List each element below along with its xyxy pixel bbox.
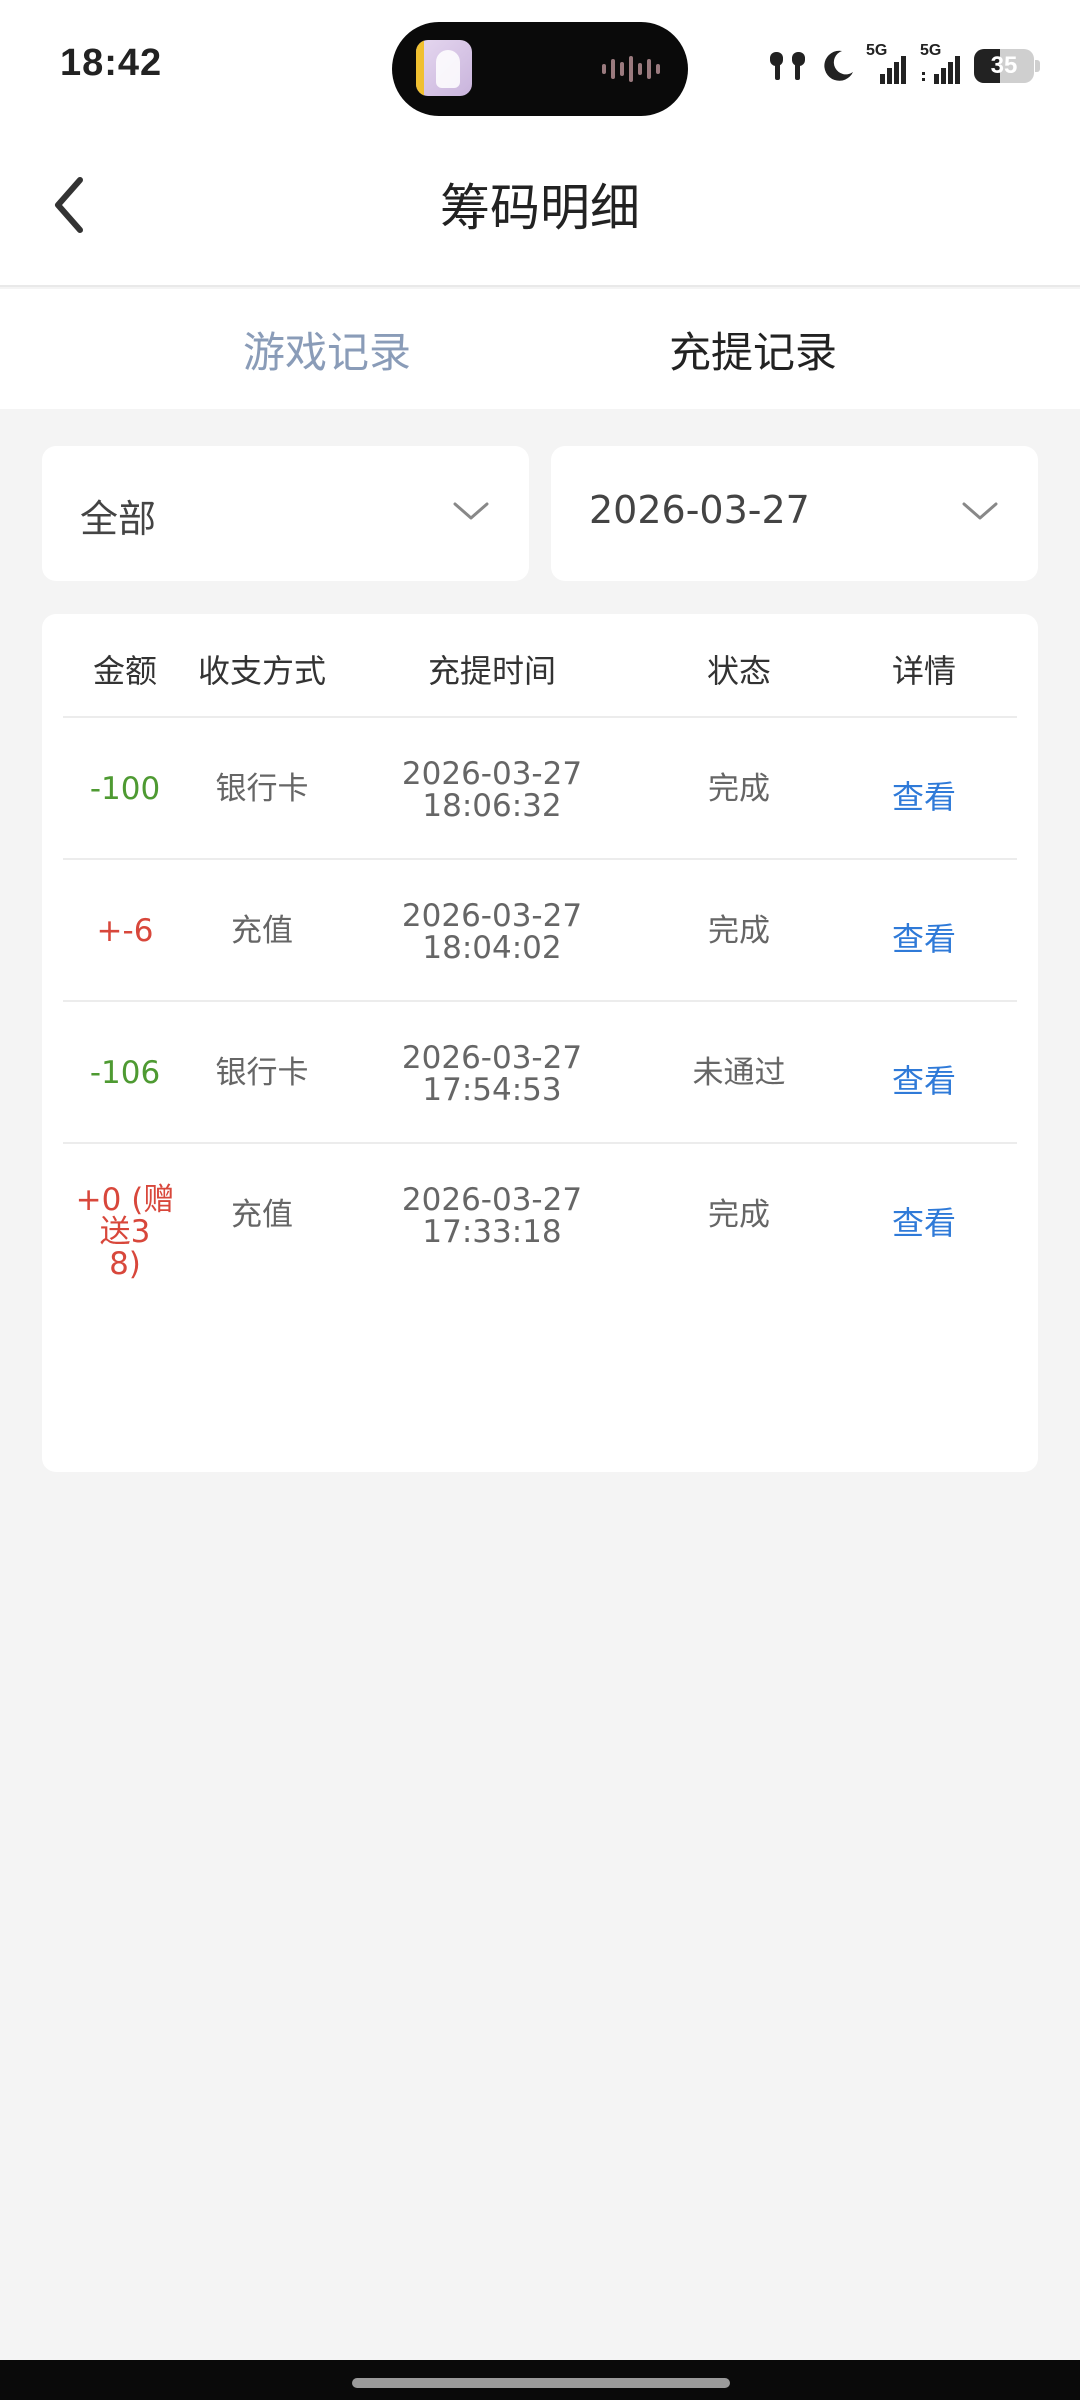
records-table: 金额 收支方式 充提时间 状态 详情 -100 银行卡 2026-03-27 1… [42,614,1038,1472]
date-filter-value: 2026-03-27 [589,488,810,532]
header-time: 充提时间 [427,652,556,690]
view-detail-link[interactable]: 查看 [831,1198,1017,1244]
row-date: 2026-03-27 [401,756,583,792]
signal-icon-2: 5G [920,42,964,90]
system-nav-bar [0,2360,1080,2400]
row-status: 完成 [708,1197,770,1233]
chevron-down-icon [453,502,489,520]
chevron-down-icon [962,502,998,520]
view-detail-link[interactable]: 查看 [831,914,1017,960]
row-date: 2026-03-27 [401,898,583,934]
tab-deposit-withdraw-records[interactable]: 充提记录 [669,319,837,380]
header-method: 收支方式 [197,652,326,690]
row-method: 充值 [231,913,293,949]
row-amount: +0 (赠送3 8) [63,1184,187,1280]
type-filter-dropdown[interactable]: 全部 [42,446,529,581]
status-time: 18:42 [60,42,163,84]
date-filter-dropdown[interactable]: 2026-03-27 [551,446,1038,581]
home-indicator[interactable] [352,2378,730,2388]
status-icons: 5G 5G 35 [766,38,1040,94]
row-amount: -106 [89,1055,161,1091]
row-status: 未通过 [692,1055,786,1091]
row-amount: +-6 [96,913,154,949]
row-date: 2026-03-27 [401,1182,583,1218]
dynamic-island[interactable] [392,22,688,116]
row-datetime: 2026-03-27 17:54:53 [337,1042,647,1106]
row-time: 17:33:18 [422,1214,562,1250]
table-header: 金额 收支方式 充提时间 状态 详情 [63,614,1017,718]
tab-bar: 游戏记录 充提记录 [0,289,1080,409]
battery-level: 35 [990,52,1018,79]
page-title: 筹码明细 [440,179,640,237]
row-amount-line2: 8) [109,1246,141,1282]
row-status: 完成 [708,913,770,949]
table-row: +-6 充值 2026-03-27 18:04:02 完成 查看 [63,860,1017,1002]
row-method: 银行卡 [215,1055,309,1091]
battery-icon: 35 [974,49,1040,83]
row-status: 完成 [708,771,770,807]
header-detail: 详情 [891,652,956,690]
row-method: 银行卡 [215,771,309,807]
status-bar: 18:42 5G 5G 35 [0,0,1080,130]
moon-icon [824,50,853,81]
row-time: 18:04:02 [422,930,562,966]
view-detail-link[interactable]: 查看 [831,772,1017,818]
type-filter-value: 全部 [80,497,157,541]
row-datetime: 2026-03-27 18:04:02 [337,900,647,964]
row-method: 充值 [231,1197,293,1233]
row-datetime: 2026-03-27 17:33:18 [337,1184,647,1248]
row-datetime: 2026-03-27 18:06:32 [337,758,647,822]
row-date: 2026-03-27 [401,1040,583,1076]
signal-icon: 5G [866,42,910,90]
row-amount-line1: +0 (赠送3 [75,1182,175,1250]
earbuds-icon [770,52,805,80]
header-amount: 金额 [92,652,157,690]
table-row: -100 银行卡 2026-03-27 18:06:32 完成 查看 [63,718,1017,860]
tab-game-records[interactable]: 游戏记录 [243,319,411,380]
row-time: 18:06:32 [422,788,562,824]
row-amount: -100 [89,771,161,807]
audio-wave-icon [602,56,660,82]
music-app-icon [416,40,472,96]
app-header: 筹码明细 [0,130,1080,287]
table-row: -106 银行卡 2026-03-27 17:54:53 未通过 查看 [63,1002,1017,1144]
header-status: 状态 [706,652,771,690]
view-detail-link[interactable]: 查看 [831,1056,1017,1102]
row-time: 17:54:53 [422,1072,562,1108]
table-row: +0 (赠送3 8) 充值 2026-03-27 17:33:18 完成 查看 [63,1144,1017,1286]
